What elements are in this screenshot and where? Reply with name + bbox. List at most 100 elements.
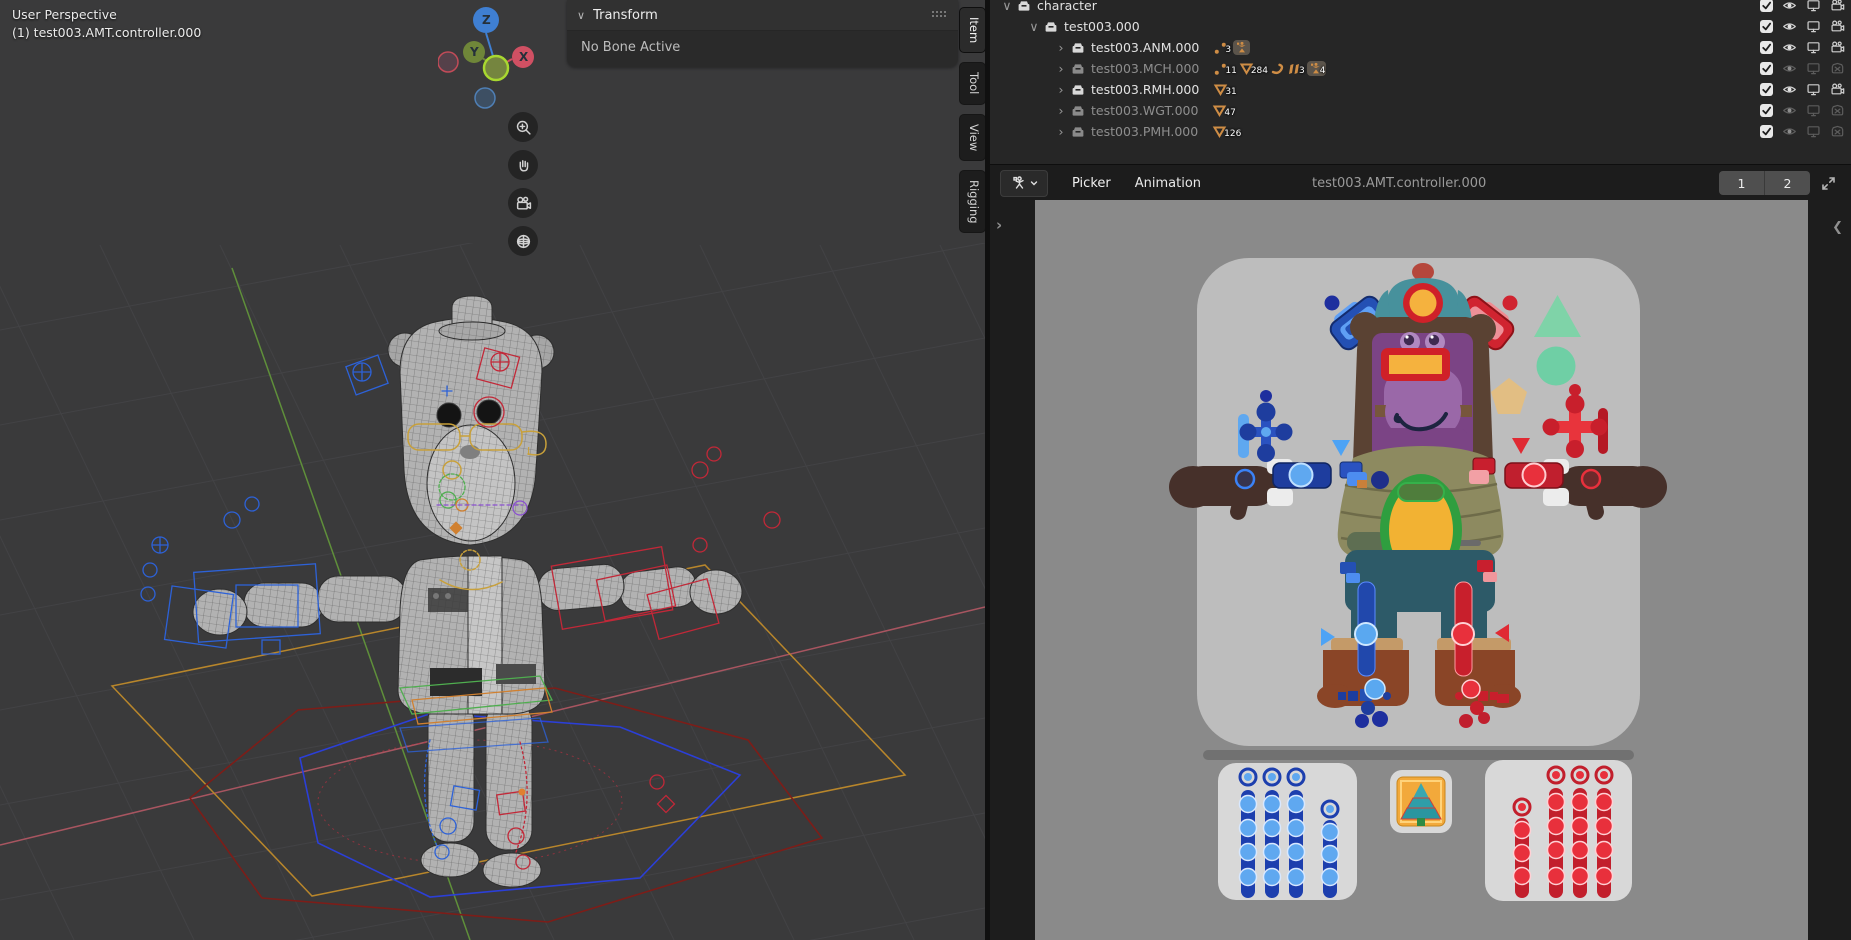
pan-hand-icon[interactable] [508, 150, 538, 180]
panel-grip-icon[interactable] [932, 11, 948, 19]
outliner-row[interactable]: ∨ character [990, 0, 1851, 16]
outliner-item-label[interactable]: test003.MCH.000 [1091, 61, 1199, 76]
viewport-display-icon[interactable] [1806, 0, 1821, 13]
eye-icon[interactable] [1782, 19, 1797, 34]
nav-gizmo[interactable]: Z Y X [438, 0, 550, 112]
row-toggles [1760, 103, 1845, 118]
tab-item[interactable]: Item [959, 7, 986, 53]
outliner-row[interactable]: ∨ test003.000 [990, 16, 1851, 37]
outliner-item-label[interactable]: character [1037, 0, 1097, 13]
datablock-badges: 126 [1212, 124, 1241, 139]
collection-icon [1070, 103, 1086, 118]
no-bone-active-label: No Bone Active [567, 31, 958, 64]
tab-animation[interactable]: Animation [1135, 176, 1201, 191]
page-1-button[interactable]: 1 [1719, 171, 1764, 195]
chevron-right-icon[interactable]: › [996, 216, 1002, 234]
picker-canvas[interactable] [1035, 200, 1808, 940]
outliner-row[interactable]: › test003.PMH.000 126 [990, 121, 1851, 142]
tab-picker[interactable]: Picker [1072, 176, 1111, 191]
checkbox-toggle[interactable] [1760, 83, 1773, 96]
orthographic-grid-icon[interactable] [508, 226, 538, 256]
axis-neg-x[interactable] [438, 52, 458, 72]
axis-neg-y[interactable] [484, 56, 508, 80]
mesh-icon: 47 [1212, 103, 1235, 118]
viewport-display-icon[interactable] [1806, 40, 1821, 55]
tab-view[interactable]: View [959, 114, 986, 161]
eye-icon[interactable] [1782, 61, 1797, 76]
checkbox-toggle[interactable] [1760, 62, 1773, 75]
row-toggles [1760, 82, 1845, 97]
right-leg-ik-red[interactable] [1452, 582, 1474, 676]
checkbox-toggle[interactable] [1760, 125, 1773, 138]
mesh-icon: 126 [1212, 124, 1241, 139]
tab-tool[interactable]: Tool [959, 62, 986, 104]
outliner-item-label[interactable]: test003.WGT.000 [1091, 103, 1198, 118]
viewport-display-icon[interactable] [1806, 124, 1821, 139]
picker-title: test003.AMT.controller.000 [1312, 176, 1486, 191]
eye-icon[interactable] [1782, 124, 1797, 139]
tab-rigging[interactable]: Rigging [959, 170, 986, 234]
picker-tabs: Picker Animation [1048, 176, 1201, 191]
viewport-3d[interactable]: L [0, 0, 985, 940]
picker-scene [1035, 200, 1808, 940]
caret-right-icon[interactable]: › [1054, 61, 1068, 76]
transform-panel-header[interactable]: ∨ Transform [567, 0, 958, 31]
render-disabled-icon[interactable] [1830, 103, 1845, 118]
render-disabled-icon[interactable] [1830, 124, 1845, 139]
checkbox-toggle[interactable] [1760, 0, 1773, 12]
caret-right-icon[interactable]: › [1054, 124, 1068, 139]
outliner-rows: ∨character∨test003.000›test003.ANM.0003›… [990, 0, 1851, 142]
zoom-icon[interactable] [508, 112, 538, 142]
caret-right-icon[interactable]: › [1054, 40, 1068, 55]
editor-type-dropdown[interactable] [1000, 170, 1048, 197]
caret-down-icon[interactable]: ∨ [1000, 0, 1014, 13]
left-hand-finger-panel[interactable] [1218, 763, 1357, 900]
picker-header: Picker Animation test003.AMT.controller.0… [990, 164, 1851, 202]
render-camera-icon[interactable] [1830, 19, 1845, 34]
eye-icon[interactable] [1782, 40, 1797, 55]
page-2-button[interactable]: 2 [1764, 171, 1810, 195]
outliner-row[interactable]: ›test003.MCH.0001128434 [990, 58, 1851, 79]
viewport-display-icon[interactable] [1806, 82, 1821, 97]
view-perspective-label: User Perspective [12, 6, 201, 24]
outliner-row[interactable]: › test003.WGT.000 47 [990, 100, 1851, 121]
caret-right-icon[interactable]: › [1054, 82, 1068, 97]
armature-icon [1233, 40, 1250, 55]
viewport-hud: User Perspective (1) test003.AMT.control… [12, 6, 201, 42]
render-disabled-icon[interactable] [1830, 61, 1845, 76]
checkbox-toggle[interactable] [1760, 41, 1773, 54]
viewport-display-icon[interactable] [1806, 103, 1821, 118]
chevron-down-icon[interactable]: ∨ [577, 9, 585, 22]
caret-down-icon[interactable]: ∨ [1027, 19, 1041, 34]
green-circle-control[interactable] [1537, 347, 1576, 386]
viewport-display-icon[interactable] [1806, 61, 1821, 76]
datablock-badges: 31 [1213, 82, 1236, 97]
render-camera-icon[interactable] [1830, 0, 1845, 13]
outliner-item-label[interactable]: test003.RMH.000 [1091, 82, 1199, 97]
outliner-row[interactable]: ›test003.ANM.0003 [990, 37, 1851, 58]
viewport-display-icon[interactable] [1806, 19, 1821, 34]
left-leg-ik-blue[interactable] [1355, 582, 1377, 676]
checkbox-toggle[interactable] [1760, 20, 1773, 33]
render-camera-icon[interactable] [1830, 82, 1845, 97]
chevron-left-icon[interactable]: ❮ [1832, 220, 1843, 235]
row-toggles [1760, 40, 1845, 55]
axis-neg-z[interactable] [475, 88, 495, 108]
chest-button[interactable] [1398, 483, 1444, 501]
outliner-item-label[interactable]: test003.PMH.000 [1091, 124, 1198, 139]
collection-icon [1070, 82, 1086, 97]
outliner-row[interactable]: › test003.RMH.000 31 [990, 79, 1851, 100]
right-hand-finger-panel[interactable] [1485, 760, 1632, 901]
render-camera-icon[interactable] [1830, 40, 1845, 55]
outliner-item-label[interactable]: test003.ANM.000 [1091, 40, 1199, 55]
camera-view-icon[interactable] [508, 188, 538, 218]
tree-button-panel[interactable] [1390, 770, 1452, 833]
caret-right-icon[interactable]: › [1054, 103, 1068, 118]
eye-icon[interactable] [1782, 0, 1797, 13]
eye-icon[interactable] [1782, 103, 1797, 118]
checkbox-toggle[interactable] [1760, 104, 1773, 117]
outliner-item-label[interactable]: test003.000 [1064, 19, 1140, 34]
orange-pivot-dot [519, 789, 526, 796]
eye-icon[interactable] [1782, 82, 1797, 97]
fullscreen-icon[interactable] [1815, 171, 1841, 195]
